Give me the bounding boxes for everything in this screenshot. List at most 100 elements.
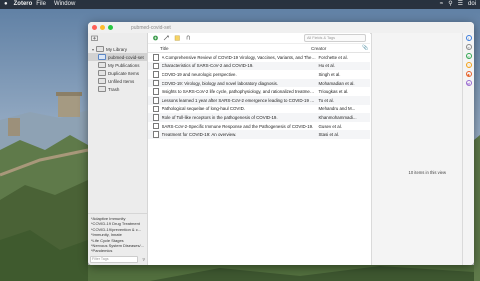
items-count-message: 10 items in this view bbox=[408, 170, 446, 175]
item-creator: Forchette et al. bbox=[318, 54, 348, 60]
journal-article-icon bbox=[153, 54, 159, 61]
duplicate-icon bbox=[98, 70, 106, 76]
journal-article-icon bbox=[153, 105, 159, 113]
items-toolbar: All Fields & Tags bbox=[148, 33, 370, 44]
table-row[interactable]: SARS-CoV-2-Specific Immune Response and … bbox=[148, 122, 370, 131]
item-creator: Mehandru and M... bbox=[318, 106, 356, 112]
menu-bar: ● Zotero File Window ≈ ⚲ ☰ doi bbox=[0, 0, 480, 9]
collection-label: pubmed-covid-set bbox=[108, 54, 144, 60]
zotero-window: pubmed-covid-set ▾ My Library pubmed-cov… bbox=[88, 22, 474, 265]
item-creator: Triougkas et al. bbox=[318, 89, 349, 95]
collection-my-publications[interactable]: My Publications bbox=[88, 61, 147, 69]
journal-article-icon bbox=[153, 62, 159, 70]
item-creator: Gusev et al. bbox=[318, 123, 342, 129]
table-row[interactable]: Treatment for COVID-19: An overview. Stas… bbox=[148, 130, 370, 139]
tags-section-icon[interactable]: ◆ bbox=[465, 71, 472, 77]
item-title: A Comprehensive Review of COVID-19 Virol… bbox=[161, 54, 317, 60]
collection-tree: ▾ My Library pubmed-covid-set My Publica… bbox=[88, 45, 147, 93]
table-row[interactable]: Role of Toll-like receptors in the patho… bbox=[148, 113, 370, 122]
add-attachment-icon[interactable] bbox=[185, 35, 192, 41]
tag-filter-input[interactable]: Filter Tags bbox=[90, 256, 138, 263]
item-title: COVID-19: Virology, biology and novel la… bbox=[161, 80, 279, 86]
window-menu[interactable]: Window bbox=[50, 0, 79, 9]
window-controls bbox=[88, 25, 113, 30]
collections-toolbar bbox=[88, 33, 147, 43]
item-title: Role of Toll-like receptors in the patho… bbox=[161, 114, 278, 120]
collection-pubmed-covid-set[interactable]: pubmed-covid-set bbox=[88, 53, 147, 61]
menubar-clock[interactable]: doi bbox=[468, 0, 476, 9]
folder-icon bbox=[98, 54, 106, 60]
status-area: ≈ ⚲ ☰ doi bbox=[440, 0, 480, 9]
table-row[interactable]: Insights to SARS-CoV-2 life cycle, patho… bbox=[148, 87, 370, 96]
collection-label: Trash bbox=[108, 86, 120, 92]
item-title: Lessons learned 1 year after SARS-CoV-2 … bbox=[161, 97, 317, 103]
search-input[interactable]: All Fields & Tags bbox=[304, 34, 366, 42]
table-row[interactable]: Lessons learned 1 year after SARS-CoV-2 … bbox=[148, 95, 370, 105]
journal-article-icon bbox=[153, 79, 159, 87]
collection-unfiled-items[interactable]: Unfiled Items bbox=[88, 77, 147, 85]
journal-article-icon bbox=[153, 114, 159, 121]
attachment-column-icon[interactable]: 📎 bbox=[362, 45, 370, 51]
tag-list: *Adaptive Immunity *COVID-19 Drug Treatm… bbox=[88, 214, 147, 254]
trash-icon bbox=[98, 86, 106, 92]
journal-article-icon bbox=[153, 131, 159, 138]
info-section-icon[interactable]: i bbox=[465, 35, 472, 41]
item-pane-sidenav: i ≡ ∞ □ ◆ ⇄ bbox=[462, 33, 474, 265]
wifi-icon[interactable]: ≈ bbox=[440, 0, 443, 9]
related-section-icon[interactable]: ⇄ bbox=[465, 80, 472, 86]
item-title: Pathological sequelae of long-haul COVID… bbox=[161, 106, 245, 112]
item-title: SARS-CoV-2-Specific Immune Response and … bbox=[161, 123, 314, 129]
item-creator: To et al. bbox=[318, 97, 334, 103]
collection-label: My Library bbox=[106, 46, 128, 52]
app-menu[interactable]: Zotero bbox=[12, 0, 33, 9]
item-creator: Singh et al. bbox=[318, 71, 341, 77]
collection-label: Duplicate Items bbox=[108, 70, 140, 76]
zoom-window-button[interactable] bbox=[108, 25, 113, 30]
new-note-icon[interactable] bbox=[174, 35, 181, 41]
new-collection-icon[interactable] bbox=[91, 35, 98, 41]
collection-my-library[interactable]: ▾ My Library bbox=[88, 45, 147, 53]
journal-article-icon bbox=[153, 71, 159, 78]
items-list: A Comprehensive Review of COVID-19 Virol… bbox=[148, 53, 370, 139]
close-window-button[interactable] bbox=[92, 25, 97, 30]
new-item-icon[interactable] bbox=[152, 35, 159, 41]
table-row[interactable]: Pathological sequelae of long-haul COVID… bbox=[148, 105, 370, 114]
table-row[interactable]: A Comprehensive Review of COVID-19 Virol… bbox=[148, 53, 370, 62]
item-creator: Hu et al. bbox=[318, 63, 335, 69]
column-header-row: Title Creator 📎 bbox=[148, 44, 370, 53]
control-center-icon[interactable]: ☰ bbox=[458, 0, 463, 9]
item-creator: Mohamadian et al. bbox=[318, 80, 355, 86]
search-spotlight-icon[interactable]: ⚲ bbox=[448, 0, 452, 9]
item-title: Insights to SARS-CoV-2 life cycle, patho… bbox=[161, 89, 317, 95]
notes-section-icon[interactable]: □ bbox=[465, 62, 472, 68]
collections-pane: ▾ My Library pubmed-covid-set My Publica… bbox=[88, 33, 148, 265]
add-by-identifier-icon[interactable] bbox=[163, 35, 170, 41]
item-title: Characteristics of SARS-CoV-2 and COVID-… bbox=[161, 63, 254, 69]
table-row[interactable]: COVID-19 and neurologic perspective. Sing… bbox=[148, 70, 370, 79]
collection-label: My Publications bbox=[108, 62, 140, 68]
journal-article-icon bbox=[153, 88, 159, 95]
item-creator: Stasi et al. bbox=[318, 132, 340, 138]
column-title[interactable]: Title bbox=[148, 46, 311, 51]
chevron-down-icon[interactable]: ▾ bbox=[92, 47, 94, 52]
item-pane: 10 items in this view bbox=[371, 33, 464, 265]
item-title: Treatment for COVID-19: An overview. bbox=[161, 132, 237, 138]
apple-menu-icon[interactable]: ● bbox=[0, 0, 12, 9]
window-title: pubmed-covid-set bbox=[131, 24, 171, 31]
collection-label: Unfiled Items bbox=[108, 78, 135, 84]
tag-item[interactable]: *Pandemics bbox=[91, 248, 144, 253]
abstract-section-icon[interactable]: ≡ bbox=[465, 44, 472, 50]
items-pane: All Fields & Tags Title Creator 📎 A Comp… bbox=[148, 33, 370, 265]
item-creator: Khanmohammadi... bbox=[318, 114, 357, 120]
minimize-window-button[interactable] bbox=[100, 25, 105, 30]
attachments-section-icon[interactable]: ∞ bbox=[465, 53, 472, 59]
tag-actions-icon[interactable]: ▿ bbox=[142, 257, 145, 263]
column-creator[interactable]: Creator bbox=[311, 46, 362, 51]
collection-trash[interactable]: Trash bbox=[88, 85, 147, 93]
file-menu[interactable]: File bbox=[32, 0, 50, 9]
item-title: COVID-19 and neurologic perspective. bbox=[161, 71, 237, 77]
collection-duplicate-items[interactable]: Duplicate Items bbox=[88, 69, 147, 77]
unfiled-icon bbox=[98, 78, 106, 84]
table-row[interactable]: COVID-19: Virology, biology and novel la… bbox=[148, 78, 370, 88]
table-row[interactable]: Characteristics of SARS-CoV-2 and COVID-… bbox=[148, 61, 370, 71]
